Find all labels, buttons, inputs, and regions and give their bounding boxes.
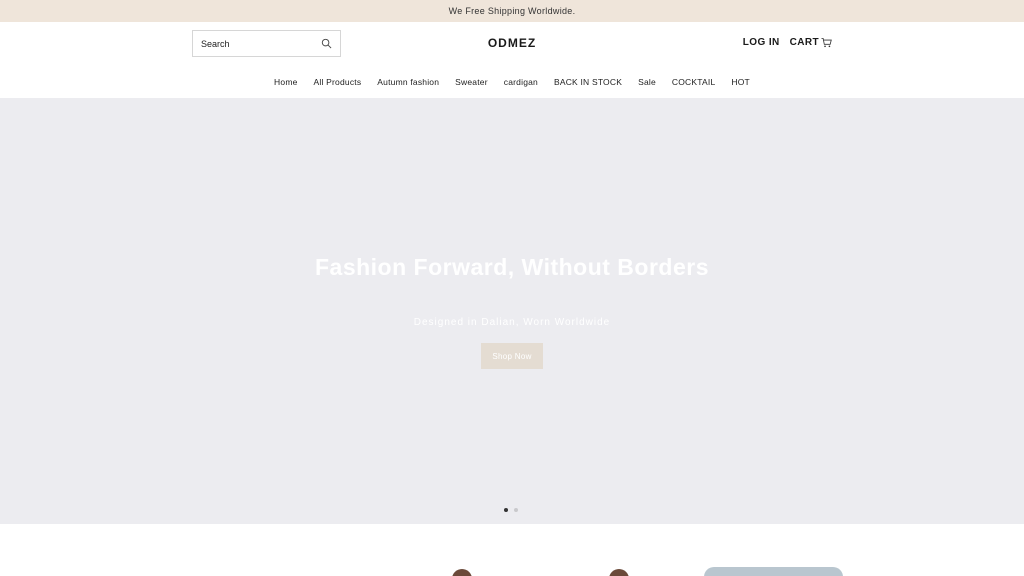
nav-item-sweater[interactable]: Sweater xyxy=(447,77,496,87)
announcement-bar: We Free Shipping Worldwide. xyxy=(0,0,1024,22)
shop-now-button[interactable]: Shop Now xyxy=(481,343,543,369)
site-logo[interactable]: ODMEZ xyxy=(462,36,562,50)
search-input[interactable]: Search xyxy=(192,30,341,57)
slide-dot-1[interactable] xyxy=(504,508,508,512)
main-nav: Home All Products Autumn fashion Sweater… xyxy=(0,75,1024,89)
nav-item-home[interactable]: Home xyxy=(266,77,305,87)
product-image[interactable] xyxy=(704,567,843,576)
account-links: LOG IN CART xyxy=(743,37,832,48)
nav-item-cardigan[interactable]: cardigan xyxy=(496,77,546,87)
cart-icon xyxy=(821,37,832,48)
product-image[interactable] xyxy=(452,569,472,576)
nav-item-sale[interactable]: Sale xyxy=(630,77,664,87)
nav-item-hot[interactable]: HOT xyxy=(723,77,758,87)
cart-link[interactable]: CART xyxy=(790,37,832,48)
product-image[interactable] xyxy=(609,569,629,576)
nav-item-autumn-fashion[interactable]: Autumn fashion xyxy=(369,77,447,87)
nav-item-back-in-stock[interactable]: BACK IN STOCK xyxy=(546,77,630,87)
slide-dot-2[interactable] xyxy=(514,508,518,512)
slideshow-dots xyxy=(504,508,518,512)
hero-subtitle: Designed in Dalian, Worn Worldwide xyxy=(413,317,611,328)
login-link[interactable]: LOG IN xyxy=(743,37,780,48)
site-header: Search ODMEZ LOG IN CART Home All Produc… xyxy=(0,22,1024,98)
search-placeholder: Search xyxy=(201,38,230,49)
cart-label: CART xyxy=(789,37,819,48)
featured-products xyxy=(0,524,1024,576)
hero-title: Fashion Forward, Without Borders xyxy=(314,254,710,280)
hero-banner: Fashion Forward, Without Borders Designe… xyxy=(0,98,1024,524)
announcement-text: We Free Shipping Worldwide. xyxy=(448,6,576,16)
nav-item-all-products[interactable]: All Products xyxy=(306,77,370,87)
search-icon[interactable] xyxy=(321,38,332,49)
nav-item-cocktail[interactable]: COCKTAIL xyxy=(664,77,723,87)
